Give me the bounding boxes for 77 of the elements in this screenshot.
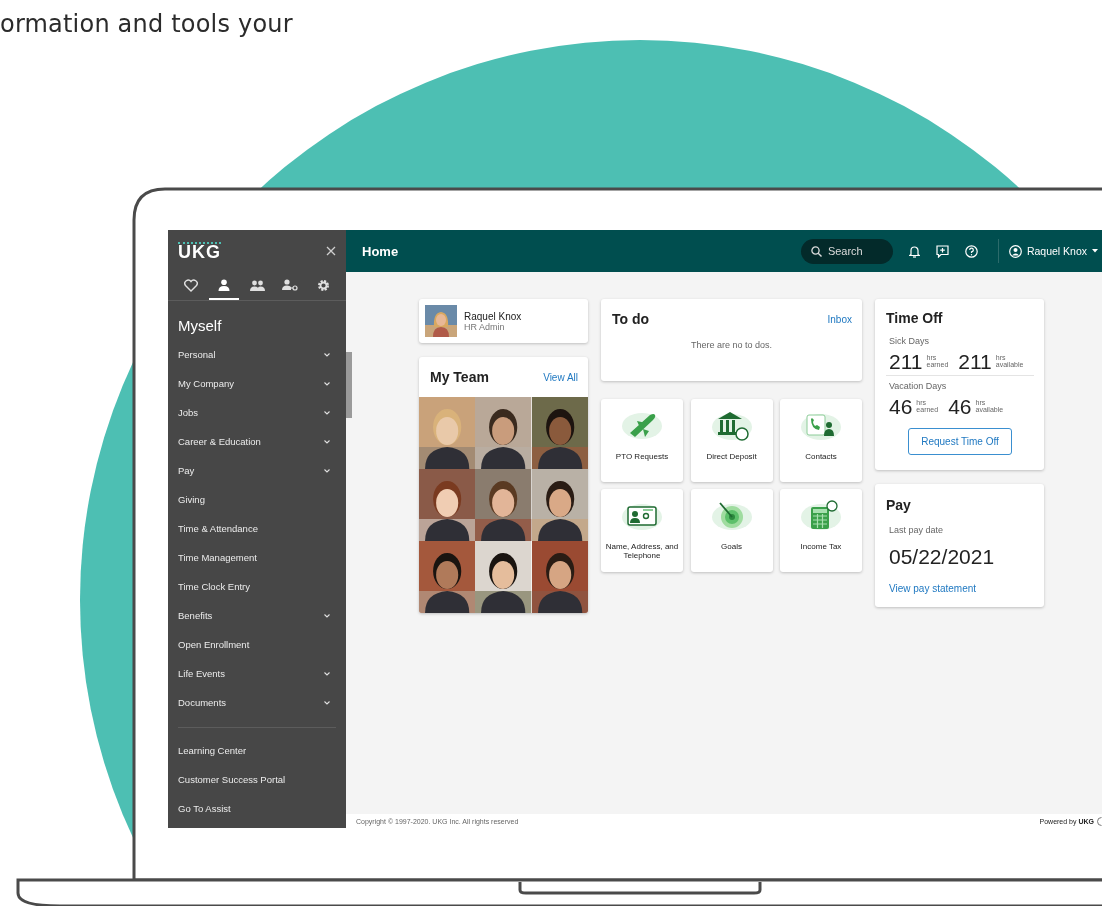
nav-item[interactable]: Personal bbox=[168, 340, 346, 369]
help-icon[interactable] bbox=[964, 244, 978, 258]
card-title: Pay bbox=[886, 497, 911, 513]
shortcut-tile[interactable]: Goals bbox=[690, 489, 773, 572]
logo: UKG bbox=[178, 242, 221, 260]
section-heading: Myself bbox=[177, 316, 223, 336]
close-icon[interactable] bbox=[326, 246, 336, 256]
view-all-link[interactable]: View All bbox=[543, 371, 578, 383]
nav-item[interactable]: Life Events bbox=[168, 659, 346, 688]
nav-link[interactable]: Go To Assist bbox=[168, 794, 346, 823]
chevron-icon bbox=[324, 700, 330, 705]
chevron-icon bbox=[324, 468, 330, 473]
profile-name: Raquel Knox bbox=[464, 310, 522, 322]
nav-item[interactable]: Benefits bbox=[168, 601, 346, 630]
person-key-icon bbox=[282, 279, 298, 291]
tile-label: Name, Address, and Telephone bbox=[604, 542, 680, 560]
user-menu[interactable]: Raquel Knox bbox=[1004, 244, 1102, 258]
nav-item[interactable]: Time Clock Entry bbox=[168, 572, 346, 601]
tile-label: Direct Deposit bbox=[705, 452, 758, 461]
nav-link[interactable]: Learning Center bbox=[168, 736, 346, 765]
pay-statement-link[interactable]: View pay statement bbox=[889, 583, 977, 594]
headline: ormation and tools your bbox=[0, 10, 293, 38]
bell-icon[interactable] bbox=[908, 244, 920, 258]
shortcut-tile[interactable]: Direct Deposit bbox=[690, 399, 773, 482]
chevron-icon bbox=[324, 381, 330, 386]
card-title: My Team bbox=[430, 369, 489, 385]
settings-icon bbox=[316, 278, 330, 292]
hours-value: 211 bbox=[958, 351, 992, 373]
balance-label: Sick Days bbox=[889, 336, 930, 346]
chevron-icon bbox=[324, 671, 330, 676]
heart-icon bbox=[184, 278, 198, 292]
nav-item[interactable]: Pay bbox=[168, 456, 346, 485]
pay-date: 05/22/2021 bbox=[889, 545, 995, 569]
nav-item[interactable]: Time & Attendance bbox=[168, 514, 346, 543]
feedback-icon[interactable] bbox=[935, 244, 949, 258]
profile-role: HR Admin bbox=[464, 321, 506, 332]
search-icon bbox=[810, 245, 822, 257]
request-time-off-button[interactable]: Request Time Off bbox=[908, 428, 1012, 455]
person-icon bbox=[218, 279, 230, 291]
nav-item[interactable]: Time Management bbox=[168, 543, 346, 572]
balance-label: Vacation Days bbox=[889, 381, 948, 391]
hours-value: 46 bbox=[889, 396, 913, 418]
chevron-icon bbox=[324, 410, 330, 415]
hours-value: 211 bbox=[889, 351, 923, 373]
pay-date-label: Last pay date bbox=[889, 525, 944, 535]
shortcut-tile[interactable]: PTO Requests bbox=[601, 399, 683, 482]
nav-item[interactable]: Career & Education bbox=[168, 427, 346, 456]
hours-value: 46 bbox=[948, 396, 972, 418]
inbox-link[interactable]: Inbox bbox=[827, 313, 852, 325]
tile-label: PTO Requests bbox=[614, 452, 670, 461]
info-icon bbox=[1097, 816, 1102, 826]
shortcut-tile[interactable]: Income Tax bbox=[780, 489, 862, 572]
scrollbar[interactable] bbox=[346, 352, 352, 418]
user-icon bbox=[1008, 244, 1022, 258]
chevron-icon bbox=[324, 439, 330, 444]
page-title: Home bbox=[362, 243, 400, 259]
tile-label: Income Tax bbox=[799, 542, 843, 551]
nav-item[interactable]: Open Enrollment bbox=[168, 630, 346, 659]
shortcut-tile[interactable]: Name, Address, and Telephone bbox=[601, 489, 683, 572]
calculator-icon bbox=[799, 499, 843, 533]
tile-label: Goals bbox=[720, 542, 743, 551]
shortcut-tile[interactable]: Contacts bbox=[780, 399, 862, 482]
card-title: To do bbox=[612, 311, 650, 327]
bank-icon bbox=[709, 409, 754, 443]
people-icon bbox=[249, 279, 265, 291]
empty-message: There are no to dos. bbox=[689, 339, 774, 350]
caret-icon bbox=[1092, 249, 1098, 253]
nav-item[interactable]: Giving bbox=[168, 485, 346, 514]
card-title: Time Off bbox=[886, 310, 944, 326]
nav-item[interactable]: Documents bbox=[168, 688, 346, 717]
tile-label: Contacts bbox=[804, 452, 838, 461]
chevron-icon bbox=[324, 352, 330, 357]
nav-link[interactable]: Customer Success Portal bbox=[168, 765, 346, 794]
chevron-icon bbox=[324, 613, 330, 618]
search-field[interactable]: Search bbox=[800, 238, 893, 264]
nav-item[interactable]: Jobs bbox=[168, 398, 346, 427]
nav-item[interactable]: My Company bbox=[168, 369, 346, 398]
